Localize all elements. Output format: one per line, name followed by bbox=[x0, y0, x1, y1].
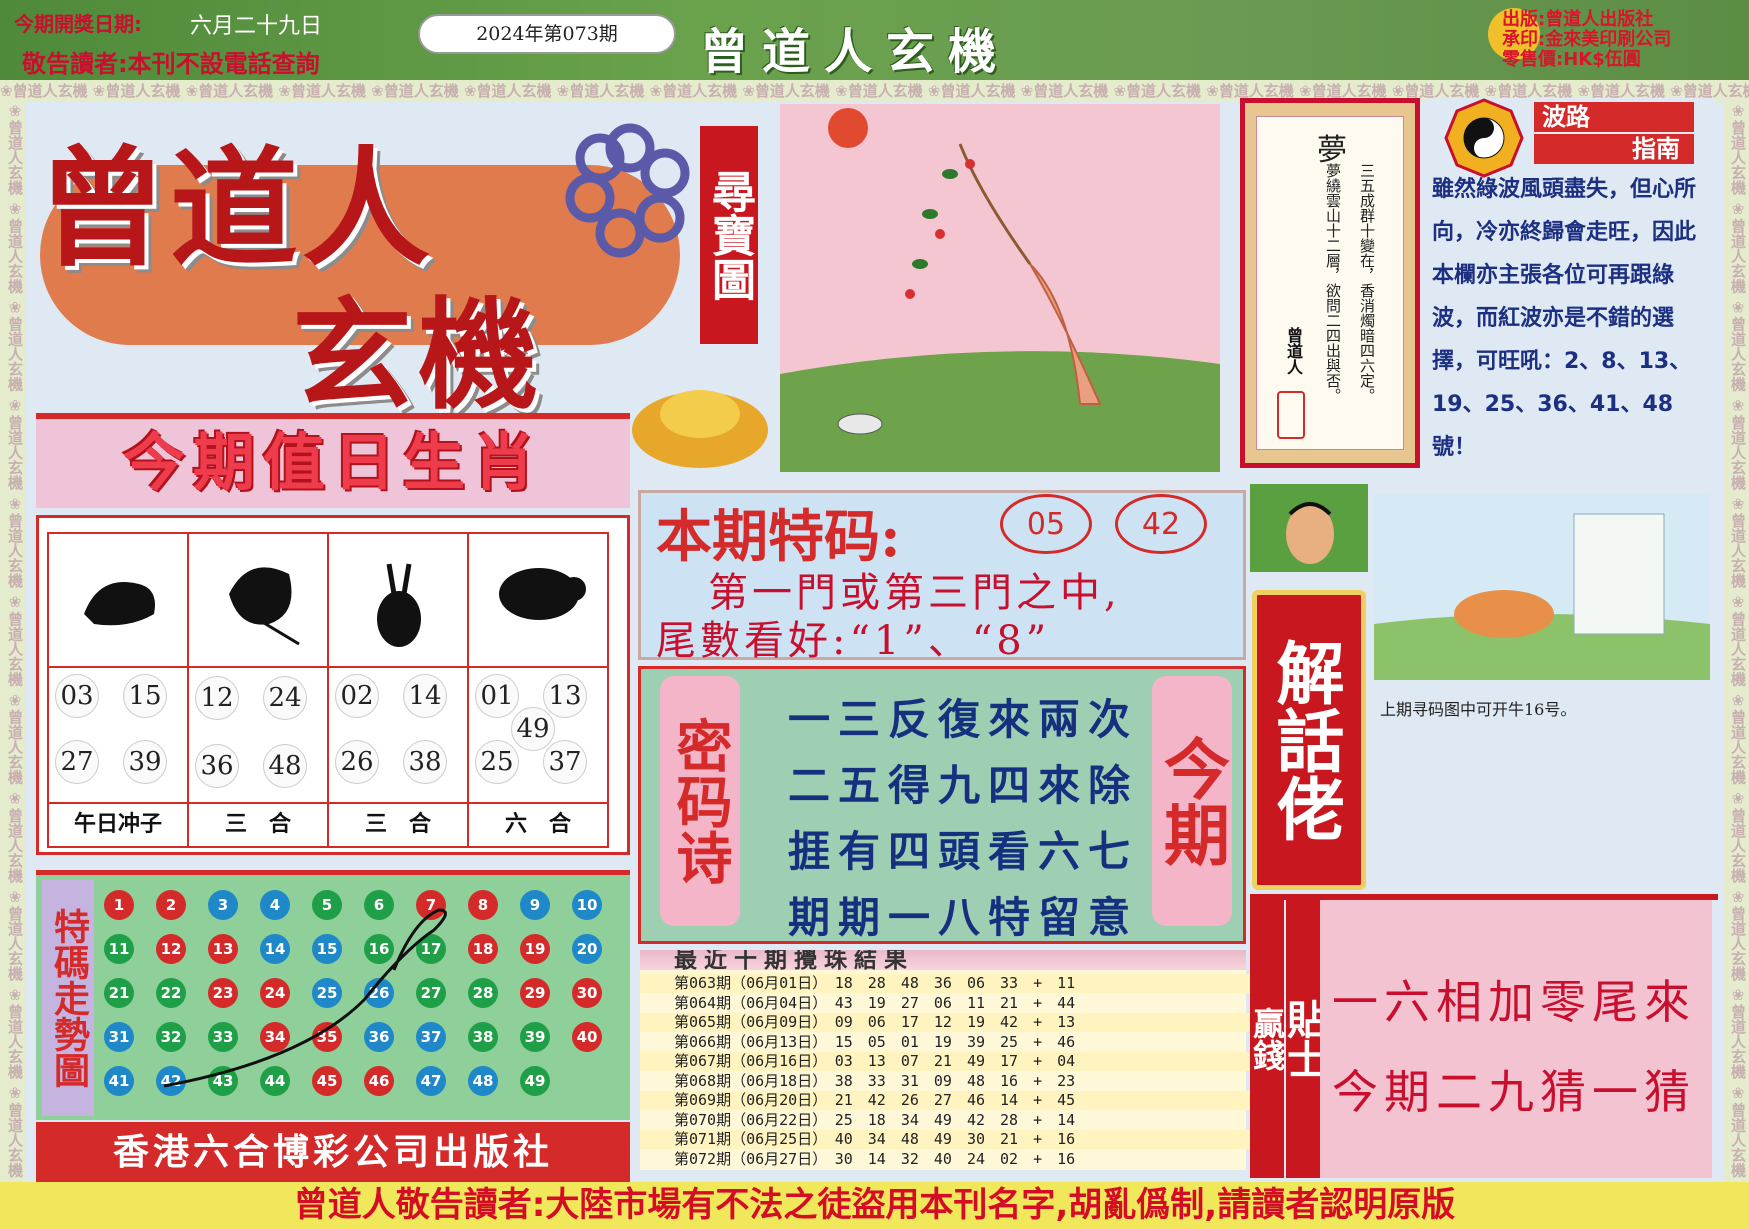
zodiac-number: 49 bbox=[511, 707, 555, 751]
results-row: 第067期（06月16日） 03 13 07 21 49 17 + 04 bbox=[640, 1052, 1280, 1071]
tiger-icon bbox=[49, 534, 187, 668]
dream-column-1: 三五成群十變在，香消燭暗四六定。 bbox=[1358, 163, 1376, 403]
zodiac-number: 27 bbox=[55, 740, 99, 784]
results-row: 第065期（06月09日） 09 06 17 12 19 42 + 13 bbox=[640, 1013, 1280, 1032]
special-code-number: 05 bbox=[1000, 494, 1092, 554]
zodiac-number: 36 bbox=[195, 744, 239, 788]
results-row: 第068期（06月18日） 38 33 31 09 48 16 + 23 bbox=[674, 1071, 1076, 1090]
zodiac-number: 26 bbox=[335, 740, 379, 784]
zodiac-table: 03 15 27 39 午日冲子 12 24 36 48 三 合 02 14 2… bbox=[36, 515, 630, 855]
bolu-text: 雖然綠波風頭盡失，但心所向，冷亦終歸會走旺，因此本欄亦主張各位可再跟綠波，而紅波… bbox=[1432, 177, 1697, 460]
zodiac-number: 13 bbox=[543, 674, 587, 718]
results-row: 第066期（06月13日） 15 05 01 19 39 25 + 46 bbox=[674, 1032, 1076, 1051]
rat-icon bbox=[469, 534, 607, 668]
zodiac-label: 六 合 bbox=[469, 802, 607, 846]
poem-line: 一三反復來兩次 bbox=[788, 695, 1139, 744]
tips-line-1: 一六相加零尾來 bbox=[1332, 975, 1696, 1029]
bolu-label-top: 波路 bbox=[1534, 102, 1694, 132]
trend-label: 特碼走勢圖 bbox=[42, 880, 94, 1116]
zodiac-column: 03 15 27 39 午日冲子 bbox=[47, 532, 189, 848]
seal-stamp-icon bbox=[1277, 391, 1305, 439]
results-row: 第071期（06月25日） 40 34 48 49 30 21 + 16 bbox=[640, 1130, 1280, 1149]
left-strip: ❀曾道人玄機 ❀曾道人玄機 ❀曾道人玄機 ❀曾道人玄機 ❀曾道人玄機 ❀曾道人玄… bbox=[0, 102, 26, 1182]
footer-notice: 曾道人敬告讀者:大陸市場有不法之徒盜用本刊名字,胡亂僞制,請讀者認明原版 bbox=[0, 1182, 1749, 1229]
results-row: 第072期（06月27日） 30 14 32 40 24 02 + 16 bbox=[674, 1149, 1076, 1168]
draw-date-label: 今期開獎日期: bbox=[14, 12, 142, 36]
publisher: 出版:曾道人出版社 bbox=[1502, 9, 1654, 30]
dream-column-2: 夢繞雲山十二層，欲問二四出與否。 bbox=[1324, 163, 1342, 403]
notice: 敬告讀者:本刊不設電話查詢 bbox=[22, 50, 320, 78]
zodiac-number: 03 bbox=[55, 674, 99, 718]
zodiac-label: 午日冲子 bbox=[49, 802, 187, 846]
zodiac-number: 15 bbox=[123, 674, 167, 718]
zodiac-number: 25 bbox=[475, 740, 519, 784]
zodiac-number: 39 bbox=[123, 740, 167, 784]
results-row: 第063期（06月01日） 18 28 48 36 06 33 + 11 bbox=[640, 974, 1280, 993]
poem-left-label: 密码诗 bbox=[660, 676, 740, 926]
zodiac-column: 12 24 36 48 三 合 bbox=[187, 532, 329, 848]
special-code-line-2: 尾數看好:“1”、“8” bbox=[656, 618, 1051, 664]
old-man-picture bbox=[1250, 484, 1368, 572]
tips-label-b: 貼士 bbox=[1280, 900, 1326, 1178]
rabbit-icon bbox=[329, 534, 467, 668]
special-code-number: 42 bbox=[1115, 494, 1207, 554]
dream-poem: 夢 三五成群十變在，香消燭暗四六定。 夢繞雲山十二層，欲問二四出與否。 曾道人 bbox=[1256, 116, 1404, 450]
poem-right-label: 今期 bbox=[1152, 676, 1232, 926]
rings-icon bbox=[565, 123, 690, 258]
price: 零售價:HK$伍圓 bbox=[1502, 49, 1641, 70]
zodiac-title: 今期值日生肖 bbox=[122, 426, 543, 499]
zodiac-title-panel: 今期值日生肖 bbox=[36, 413, 630, 508]
zodiac-label: 三 合 bbox=[189, 802, 327, 846]
last-issue-caption: 上期寻码图中可开牛16号。 bbox=[1380, 700, 1577, 719]
logo-sub: 玄機 bbox=[292, 285, 544, 426]
zodiac-number: 02 bbox=[335, 674, 379, 718]
draw-date: 六月二十九日 bbox=[190, 14, 323, 39]
tips-line-2: 今期二九猜一猜 bbox=[1332, 1065, 1696, 1119]
zodiac-number: 37 bbox=[543, 740, 587, 784]
treasure-map-label: 尋寶圖 bbox=[700, 126, 758, 344]
trend-footer: 香港六合博彩公司出版社 bbox=[36, 1122, 630, 1182]
zodiac-number: 01 bbox=[475, 674, 519, 718]
zodiac-number: 24 bbox=[263, 676, 307, 720]
poem-line: 二五得九四來除 bbox=[788, 761, 1139, 810]
yin-yang-icon bbox=[1444, 98, 1524, 178]
deer-picture bbox=[1374, 494, 1710, 680]
results-rows: 第063期（06月01日） 18 28 48 36 06 33 + 11 第064… bbox=[640, 974, 1280, 1170]
jiehua-banner: 解話佬 bbox=[1252, 590, 1366, 890]
results-row: 第070期（06月22日） 25 18 34 49 42 28 + 14 bbox=[674, 1110, 1076, 1129]
zodiac-column: 02 14 26 38 三 合 bbox=[327, 532, 469, 848]
treasure-picture bbox=[780, 104, 1220, 472]
bolu-label-bottom: 指南 bbox=[1534, 134, 1694, 164]
results-title: 最近十期攪珠結果 bbox=[640, 950, 1246, 970]
results-row: 第064期（06月04日） 43 19 27 06 11 21 + 44 bbox=[674, 993, 1076, 1012]
zodiac-number: 48 bbox=[263, 744, 307, 788]
issue-number: 2024年第073期 bbox=[418, 14, 676, 54]
zodiac-number: 38 bbox=[403, 740, 447, 784]
zodiac-number: 14 bbox=[403, 674, 447, 718]
zodiac-label: 三 合 bbox=[329, 802, 467, 846]
tips-label-a: 贏錢 bbox=[1248, 900, 1286, 1178]
tips-panel bbox=[1320, 900, 1712, 1178]
results-row: 第069期（06月20日） 21 42 26 27 46 14 + 45 bbox=[640, 1091, 1280, 1110]
poem-line: 捱有四頭看六七 bbox=[788, 827, 1139, 876]
poem-line: 期期一八特留意 bbox=[788, 893, 1139, 942]
printer: 承印:金來美印刷公司 bbox=[1502, 29, 1672, 50]
right-strip: ❀曾道人玄機 ❀曾道人玄機 ❀曾道人玄機 ❀曾道人玄機 ❀曾道人玄機 ❀曾道人玄… bbox=[1723, 102, 1749, 1182]
zodiac-column: 01 13 49 25 37 六 合 bbox=[467, 532, 609, 848]
header-title: 曾道人玄機 bbox=[700, 24, 1011, 80]
gold-ingot-icon bbox=[632, 390, 768, 468]
results-table: 第063期（06月01日） 18 28 48 36 06 33 + 11 第064… bbox=[640, 950, 1280, 1170]
dream-signature: 曾道人 bbox=[1284, 327, 1303, 375]
ox-icon bbox=[189, 534, 327, 668]
zodiac-number: 12 bbox=[195, 676, 239, 720]
trend-curve bbox=[163, 908, 447, 1088]
